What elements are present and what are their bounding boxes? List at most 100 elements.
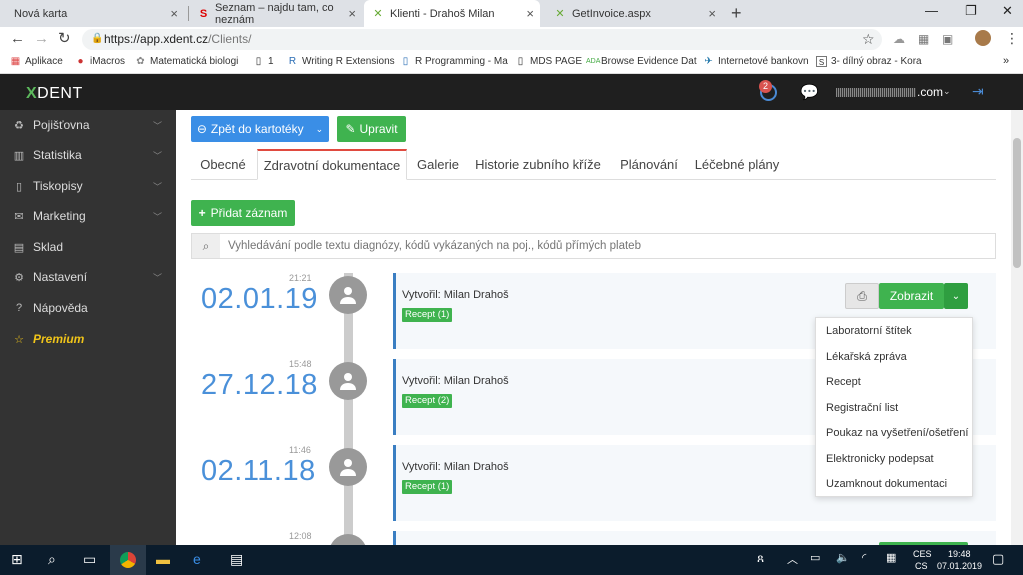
scrollbar-thumb[interactable] [1013,138,1021,268]
menu-icon[interactable]: ⋮ [1005,30,1019,47]
tab-obecne[interactable]: Obecné [191,149,255,180]
menu-item-referral[interactable]: Poukaz na vyšetření/ošetření [826,427,968,439]
sidebar-item-pojistovna[interactable]: ♻ Pojišťovna ﹀ [0,110,176,140]
sidebar-item-premium[interactable]: ☆ Premium [0,324,176,354]
chat-icon[interactable]: 💬 [800,83,819,101]
bookmark[interactable]: ✿ Matematická biologi [135,56,238,67]
search-input[interactable] [228,238,988,254]
notifications-icon[interactable]: ▢ [992,551,1004,567]
sidebar-item-nastaveni[interactable]: ⚙ Nastavení ﹀ [0,262,176,292]
browser-tab-new[interactable]: Nová karta × [6,0,184,27]
browser-tab-invoice[interactable]: ✕ GetInvoice.aspx × [546,0,722,27]
minimize-icon[interactable]: — [925,3,938,18]
chevron-up-icon[interactable]: ︿ [787,551,798,567]
add-record-button[interactable]: + Přidat záznam [191,200,295,226]
new-tab-icon[interactable]: + [731,3,742,24]
people-icon[interactable]: ጸ [757,551,764,566]
chevron-down-icon[interactable]: ⌄ [316,124,324,135]
restore-icon[interactable]: ❐ [965,3,977,19]
url-text[interactable]: https://app.xdent.cz/Clients/ [104,32,251,46]
sidebar-item-marketing[interactable]: ✉ Marketing ﹀ [0,201,176,231]
menu-item-registration[interactable]: Registrační list [826,402,898,414]
chevron-down-icon: ⌄ [951,290,961,302]
windows-start-icon[interactable]: ⊞ [11,551,23,568]
menu-item-lab-label[interactable]: Laboratorní štítek [826,325,912,337]
bookmark[interactable]: ▯ MDS PAGE [515,56,582,67]
close-icon[interactable]: × [526,6,534,21]
apps-icon: ▦ [10,56,21,67]
close-window-icon[interactable]: ✕ [1002,3,1013,19]
menu-item-lock[interactable]: Uzamknout dokumentaci [826,478,947,490]
recipe-badge[interactable]: Recept (1) [402,480,453,494]
extension-icon[interactable]: ▣ [942,32,953,46]
tab-lecebne-plany[interactable]: Léčebné plány [693,149,781,180]
back-icon[interactable]: ← [10,30,25,47]
bookmark[interactable]: ✈ Internetové bankovn [703,56,808,67]
star-icon[interactable]: ☆ [862,31,875,48]
chevron-down-icon: ﹀ [152,120,162,131]
close-icon[interactable]: × [170,6,178,21]
show-button[interactable]: Zobrazit [879,283,944,309]
sidebar-item-napoveda[interactable]: ? Nápověda [0,293,176,323]
bookmark[interactable]: ● iMacros [75,56,125,67]
tab-zdravotni-dokumentace[interactable]: Zdravotní dokumentace [257,149,407,180]
avatar[interactable] [975,30,991,46]
entry-author: Vytvořil: Milan Drahoš [402,375,509,387]
edit-button[interactable]: ✎ Upravit [337,116,406,142]
search-icon[interactable]: ⌕ [48,551,56,568]
chevron-down-icon[interactable]: ⌄ [943,86,951,97]
menu-item-e-sign[interactable]: Elektronicky podepsat [826,453,934,465]
tab-historie[interactable]: Historie zubního kříže [471,149,605,180]
browser-tab-klienti[interactable]: ✕ Klienti - Drahoš Milan × [364,0,540,27]
show-dropdown-toggle[interactable]: ⌄ [944,283,968,309]
volume-icon[interactable]: 🔈 [836,551,850,564]
sidebar-item-statistika[interactable]: ▥ Statistika ﹀ [0,140,176,170]
forward-icon[interactable]: → [34,30,49,47]
print-button[interactable]: ⎙ [845,283,879,309]
recipe-badge[interactable]: Recept (2) [402,394,453,408]
clock-time[interactable]: 19:48 [948,549,971,559]
bookmark[interactable]: S 3- dílný obraz - Kora [816,56,922,67]
user-email-suffix[interactable]: .com [917,85,943,99]
bookmark[interactable]: ADA Browse Evidence Dat [586,56,697,67]
close-icon[interactable]: × [348,6,356,21]
recipe-badge[interactable]: Recept (1) [402,308,453,322]
bookmark[interactable]: R Writing R Extensions [287,56,395,67]
keyboard-icon[interactable]: ▦ [886,551,896,564]
extension-icon[interactable]: ▦ [918,32,929,46]
imacros-icon: ● [77,56,84,67]
bookmark[interactable]: ▯ 1 [253,56,274,67]
back-to-records-button[interactable]: ⊖ Zpět do kartotéky ⌄ [191,116,329,142]
clock-date[interactable]: 07.01.2019 [937,561,982,571]
logout-icon[interactable]: ⇥ [972,83,984,100]
menu-item-recipe[interactable]: Recept [826,376,861,388]
close-icon[interactable]: × [708,6,716,21]
chrome-icon[interactable] [120,552,136,568]
menu-item-medical-report[interactable]: Lékařská zpráva [826,351,907,363]
doctor-icon [329,362,367,400]
task-view-icon[interactable]: ▭ [83,551,96,568]
tab-galerie[interactable]: Galerie [409,149,467,180]
language-bottom[interactable]: CS [915,561,928,571]
extension-icon[interactable]: ☁ [893,32,905,46]
language-top[interactable]: CES [913,549,932,559]
bookmark-apps[interactable]: ▦ Aplikace [10,56,63,67]
scrollbar[interactable] [1011,110,1023,545]
chevron-down-icon: ﹀ [152,150,162,161]
sidebar-item-sklad[interactable]: ▤ Sklad [0,232,176,262]
bookmark[interactable]: ▯ R Programming - Ma [400,56,508,67]
tab-planovani[interactable]: Plánování [609,149,689,180]
browser-tab-seznam[interactable]: S Seznam – najdu tam, co neznám × [190,0,362,27]
wifi-icon[interactable]: ◜ [862,551,866,564]
browser-toolbar: ← → ↻ 🔒 https://app.xdent.cz/Clients/ ☆ … [0,27,1023,52]
edge-icon[interactable]: e [193,551,201,567]
star-icon: ☆ [14,333,24,346]
sidebar-item-tiskopisy[interactable]: ▯ Tiskopisy ﹀ [0,171,176,201]
file-explorer-icon[interactable]: ▬ [156,551,170,567]
back-circle-icon: ⊖ [196,122,207,136]
battery-icon[interactable]: ▭ [810,551,820,564]
more-bookmarks-icon[interactable]: » [1003,55,1009,67]
xdent-logo[interactable]: XDENT [26,85,83,103]
document-icon[interactable]: ▤ [230,551,243,568]
reload-icon[interactable]: ↻ [58,29,71,47]
